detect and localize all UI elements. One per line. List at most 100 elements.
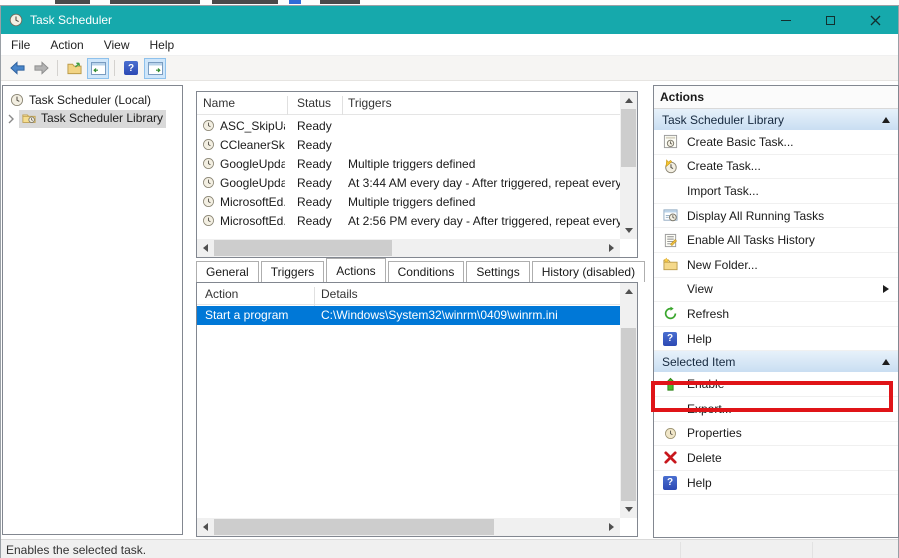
tab-history-disabled[interactable]: History (disabled) xyxy=(532,261,645,282)
scroll-down-icon[interactable] xyxy=(620,222,637,239)
action-item-create-basic-task[interactable]: Create Basic Task... xyxy=(654,130,898,155)
library-folder-icon xyxy=(21,111,36,126)
task-row[interactable]: MicrosoftEd...ReadyAt 2:56 PM every day … xyxy=(197,211,620,230)
task-row[interactable]: GoogleUpda...ReadyAt 3:44 AM every day -… xyxy=(197,173,620,192)
scrollbar-thumb[interactable] xyxy=(214,519,494,535)
task-triggers-cell: At 3:44 AM every day - After triggered, … xyxy=(348,176,620,190)
action-item-refresh[interactable]: Refresh xyxy=(654,302,898,327)
export-list-button[interactable] xyxy=(63,58,85,79)
background-fragment xyxy=(110,0,200,4)
help-button[interactable]: ? xyxy=(120,58,142,79)
actions-group-header-task-scheduler-library[interactable]: Task Scheduler Library xyxy=(654,109,898,130)
action-item-enable[interactable]: Enable xyxy=(654,372,898,397)
task-name-text: ASC_SkipUa... xyxy=(220,119,285,133)
collapse-arrow-icon[interactable] xyxy=(882,117,890,123)
column-divider[interactable] xyxy=(314,287,315,306)
task-row[interactable]: MicrosoftEd...ReadyMultiple triggers def… xyxy=(197,192,620,211)
tasks-history-icon xyxy=(662,232,678,248)
action-item-new-folder[interactable]: New Folder... xyxy=(654,253,898,278)
action-item-label: Display All Running Tasks xyxy=(687,209,824,223)
scroll-left-icon[interactable] xyxy=(197,239,214,257)
screen: Task Scheduler FileActionViewHelp ? Task… xyxy=(0,0,899,558)
scrollbar-thumb[interactable] xyxy=(621,109,636,167)
actions-group-title: Task Scheduler Library xyxy=(662,113,784,127)
tab-settings[interactable]: Settings xyxy=(466,261,529,282)
action-item-view[interactable]: View xyxy=(654,278,898,303)
scroll-right-icon[interactable] xyxy=(603,518,620,536)
status-bar: Enables the selected task. xyxy=(1,539,898,558)
action-item-properties[interactable]: Properties xyxy=(654,422,898,447)
help-icon: ? xyxy=(662,475,678,491)
menu-item-file[interactable]: File xyxy=(1,35,40,55)
close-button[interactable] xyxy=(853,6,898,34)
action-item-label: Export... xyxy=(687,402,732,416)
action-item-help[interactable]: ?Help xyxy=(654,471,898,496)
close-icon xyxy=(870,15,881,26)
action-item-create-task[interactable]: Create Task... xyxy=(654,155,898,180)
scroll-up-icon[interactable] xyxy=(620,283,637,300)
details-row[interactable]: Start a programC:\Windows\System32\winrm… xyxy=(197,306,620,325)
task-status-cell: Ready xyxy=(297,119,332,133)
task-row[interactable]: ASC_SkipUa... Ready xyxy=(197,116,620,135)
column-header-triggers[interactable]: Triggers xyxy=(348,96,392,110)
action-item-help[interactable]: ?Help xyxy=(654,327,898,352)
task-row[interactable]: CCleanerSki...Ready xyxy=(197,135,620,154)
task-list-horizontal-scrollbar[interactable] xyxy=(197,239,620,257)
action-item-label: Create Task... xyxy=(687,159,761,173)
scroll-left-icon[interactable] xyxy=(197,518,214,536)
column-divider[interactable] xyxy=(342,96,343,115)
details-path-cell: C:\Windows\System32\winrm\0409\winrm.ini xyxy=(321,308,558,322)
maximize-button[interactable] xyxy=(808,6,853,34)
details-header: Action Details xyxy=(197,283,620,305)
action-item-delete[interactable]: Delete xyxy=(654,446,898,471)
chevron-right-icon[interactable] xyxy=(7,114,17,124)
column-header-name[interactable]: Name xyxy=(203,96,235,110)
tab-general[interactable]: General xyxy=(196,261,259,282)
tree-item-task-scheduler-library[interactable]: Task Scheduler Library xyxy=(3,109,182,128)
actions-groups: Task Scheduler Library Create Basic Task.… xyxy=(654,109,898,495)
scrollbar-thumb[interactable] xyxy=(214,240,392,256)
tab-conditions[interactable]: Conditions xyxy=(388,261,465,282)
action-item-label: New Folder... xyxy=(687,258,758,272)
column-header-action[interactable]: Action xyxy=(205,287,238,301)
collapse-arrow-icon[interactable] xyxy=(882,359,890,365)
task-detail-tabs: GeneralTriggersActionsConditionsSettings… xyxy=(196,258,641,282)
menu-item-help[interactable]: Help xyxy=(140,35,185,55)
action-item-enable-all-tasks-history[interactable]: Enable All Tasks History xyxy=(654,228,898,253)
column-header-status[interactable]: Status xyxy=(297,96,331,110)
task-status-cell: Ready xyxy=(297,138,332,152)
tab-triggers[interactable]: Triggers xyxy=(261,261,325,282)
column-header-details[interactable]: Details xyxy=(321,287,358,301)
back-button[interactable] xyxy=(6,58,28,79)
tree-item-label: Task Scheduler Library xyxy=(41,111,163,125)
action-item-label: Help xyxy=(687,332,712,346)
show-action-pane-button[interactable] xyxy=(144,58,166,79)
minimize-button[interactable] xyxy=(763,6,808,34)
task-row[interactable]: GoogleUpda...ReadyMultiple triggers defi… xyxy=(197,154,620,173)
action-item-label: View xyxy=(687,282,713,296)
scrollbar-thumb[interactable] xyxy=(621,328,636,501)
scroll-up-icon[interactable] xyxy=(620,92,637,109)
show-console-tree-button[interactable] xyxy=(87,58,109,79)
properties-icon xyxy=(662,425,678,441)
tab-actions[interactable]: Actions xyxy=(326,258,385,282)
scroll-down-icon[interactable] xyxy=(620,501,637,518)
scroll-right-icon[interactable] xyxy=(603,239,620,257)
task-name-text: MicrosoftEd... xyxy=(220,214,285,228)
task-list-vertical-scrollbar[interactable] xyxy=(620,92,637,239)
details-horizontal-scrollbar[interactable] xyxy=(197,518,620,536)
action-item-display-all-running-tasks[interactable]: Display All Running Tasks xyxy=(654,204,898,229)
column-divider[interactable] xyxy=(287,96,288,115)
menu-item-view[interactable]: View xyxy=(94,35,140,55)
menu-item-action[interactable]: Action xyxy=(40,35,93,55)
action-item-export[interactable]: Export... xyxy=(654,397,898,422)
console-tree-panel: Task Scheduler (Local) Task Scheduler Li… xyxy=(2,85,183,535)
enable-icon xyxy=(662,376,678,392)
tree-item-task-scheduler-local[interactable]: Task Scheduler (Local) xyxy=(3,90,182,109)
actions-group-header-selected-item[interactable]: Selected Item xyxy=(654,351,898,372)
action-item-import-task[interactable]: Import Task... xyxy=(654,179,898,204)
details-vertical-scrollbar[interactable] xyxy=(620,283,637,518)
clock-icon xyxy=(9,92,24,107)
forward-button[interactable] xyxy=(30,58,52,79)
panel-right-icon xyxy=(148,61,163,76)
